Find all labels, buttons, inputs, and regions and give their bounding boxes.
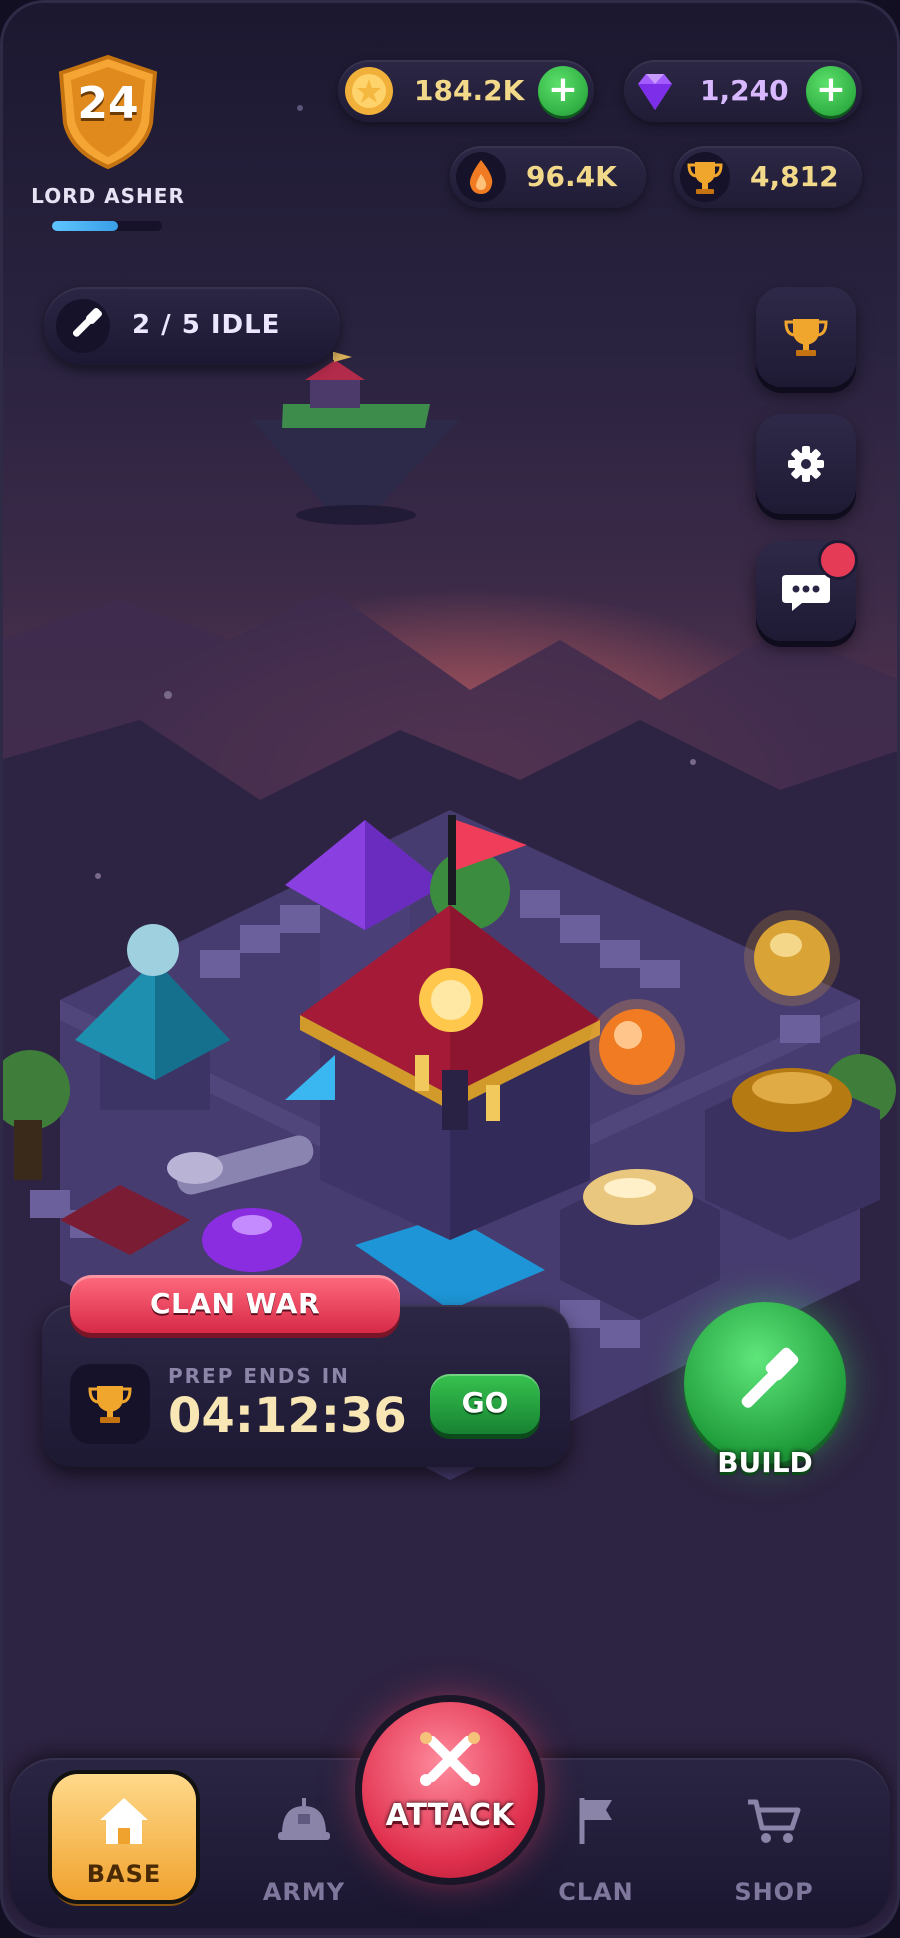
builders-label: 2 / 5 IDLE [132, 310, 281, 340]
clan-war-trophy-icon [70, 1364, 150, 1444]
gems-value: 1,240 [700, 74, 789, 107]
elixir-value: 96.4K [526, 160, 617, 193]
leaderboard-button[interactable] [756, 287, 856, 387]
xp-bar [52, 221, 162, 231]
trophy-icon [784, 319, 828, 356]
settings-button[interactable] [756, 414, 856, 514]
nav-army-button[interactable]: ARMY [234, 1770, 374, 1920]
helmet-icon [278, 1798, 330, 1840]
build-button[interactable] [684, 1302, 846, 1464]
nav-clan-button[interactable]: CLAN [526, 1770, 666, 1920]
attack-label: ATTACK [385, 1798, 515, 1833]
add-gold-button[interactable]: + [538, 66, 588, 116]
elixir-counter: 96.4K [450, 146, 646, 208]
chat-notification-badge [818, 540, 858, 580]
builders-status-button[interactable]: 2 / 5 IDLE [44, 287, 340, 365]
game-screen: 24 LORD ASHER 184.2K + 1,240 + 96.4K 4,8… [0, 0, 900, 1938]
trophy-icon [680, 152, 730, 202]
crossed-swords-icon [420, 1732, 480, 1786]
trophy-counter: 4,812 [674, 146, 862, 208]
xp-bar-fill [52, 221, 118, 231]
nav-army-label: ARMY [262, 1878, 346, 1906]
trophy-value: 4,812 [750, 160, 839, 193]
build-label: BUILD [717, 1446, 813, 1479]
home-icon [100, 1798, 148, 1844]
go-label: GO [461, 1386, 509, 1419]
player-level: 24 [77, 78, 139, 129]
clan-war-title: CLAN WAR [149, 1287, 321, 1320]
clan-war-tag: CLAN WAR [70, 1275, 400, 1333]
war-timer: 04:12:36 [168, 1388, 407, 1444]
hammer-icon [56, 299, 110, 353]
cart-icon [748, 1799, 801, 1843]
gold-coin-icon [345, 67, 393, 115]
floating-island [252, 352, 460, 525]
gem-icon [638, 74, 672, 110]
gold-value: 184.2K [414, 74, 525, 107]
clan-war-go-button[interactable]: GO [430, 1374, 540, 1434]
gear-icon [788, 446, 824, 482]
nav-clan-label: CLAN [558, 1878, 634, 1906]
flame-drop-icon [456, 152, 506, 202]
add-gems-button[interactable]: + [806, 66, 856, 116]
flag-icon [579, 1798, 612, 1844]
nav-shop-label: SHOP [734, 1878, 814, 1906]
nav-shop-button[interactable]: SHOP [704, 1770, 844, 1920]
nav-base-label: BASE [86, 1860, 162, 1888]
attack-button[interactable] [362, 1702, 538, 1878]
player-name: LORD ASHER [31, 184, 185, 208]
prep-label: PREP ENDS IN [168, 1364, 350, 1388]
hammer-icon [741, 1347, 799, 1408]
